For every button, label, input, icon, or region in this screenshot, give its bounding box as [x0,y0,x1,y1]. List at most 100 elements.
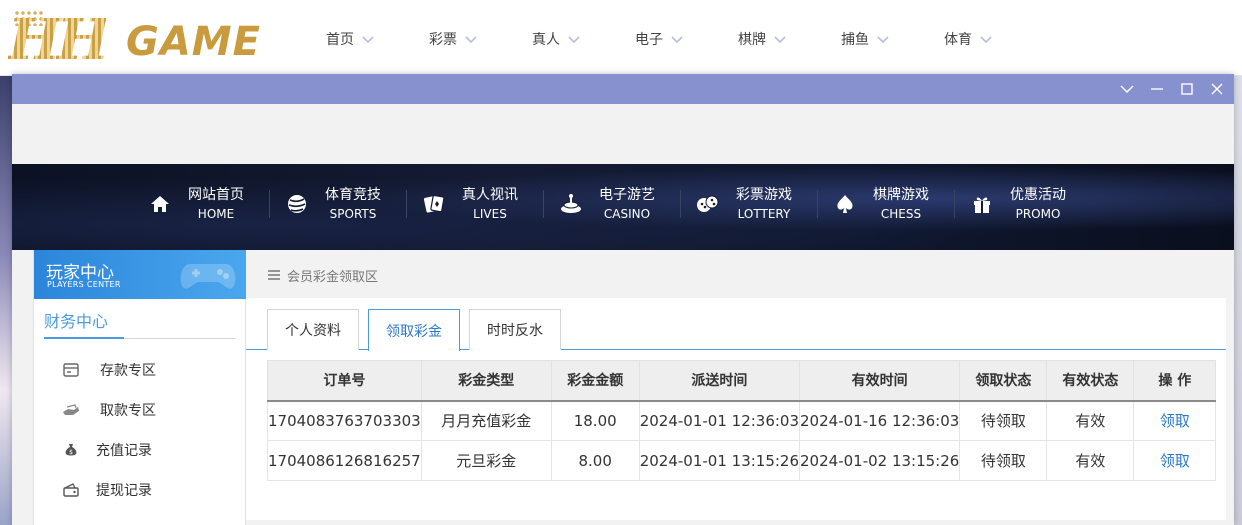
category-banner: 网站首页 HOME 体育竞技 SPORTS 真人视讯 LIVES 电子游艺 CASINO… [12,164,1234,250]
category-label-en: SPORTS [329,207,377,221]
bonus-type-cell: 元旦彩金 [420,440,552,481]
players-center-subtitle: PLAYERS CENTER [47,280,121,289]
category-label-en: LIVES [473,207,507,221]
bonus-amount-cell: 8.00 [550,440,640,481]
maximize-window-button[interactable] [1178,81,1196,97]
table-header-row: 订单号 彩金类型 彩金金额 派送时间 有效时间 领取状态 有效状态 操 作 [267,360,1217,402]
withdraw-icon [62,402,80,418]
column-header-bonus-amount: 彩金金额 [550,360,640,402]
gamepad-icon [180,264,236,289]
minimize-icon [1151,88,1163,90]
category-label-en: HOME [197,207,235,221]
gift-icon [968,190,996,218]
maximize-icon [1181,83,1193,95]
top-nav-item-sports[interactable]: 体育 [944,28,1047,50]
claim-link[interactable]: 领取 [1133,440,1217,481]
dice-icon [694,190,722,218]
players-center-header: 玩家中心 PLAYERS CENTER [34,250,246,299]
top-nav-item-home[interactable]: 首页 [326,28,429,50]
column-header-action: 操 作 [1133,360,1217,402]
valid-time-cell: 2024-01-16 12:36:03 [799,400,961,441]
moneybag-icon: $ [62,442,80,458]
close-window-button[interactable] [1208,81,1226,97]
dispatch-time-cell: 2024-01-01 13:15:26 [638,440,801,481]
tab-label: 时时反水 [487,323,543,339]
top-nav-item-chess[interactable]: 棋牌 [738,28,841,50]
chevron-down-icon [1120,85,1134,93]
sidebar-item-withdraw-records[interactable]: 提现记录 [62,480,152,500]
category-label-cn: 棋牌游戏 [873,187,929,203]
collapse-window-button[interactable] [1118,81,1136,97]
table-row: 1704083763703303 月月充值彩金 18.00 2024-01-01… [267,400,1217,441]
nav-label: 捕鱼 [841,32,869,48]
chevron-down-icon [980,36,992,44]
deposit-icon [62,362,80,378]
column-header-order-id: 订单号 [267,360,422,402]
column-header-valid-status: 有效状态 [1046,360,1135,402]
category-label-cn: 体育竞技 [325,187,381,203]
category-lottery[interactable]: 彩票游戏 LOTTERY [680,184,831,224]
category-label-en: LOTTERY [737,207,791,221]
spade-icon [831,190,859,218]
category-live[interactable]: 真人视讯 LIVES [406,184,557,224]
tab-label: 个人资料 [285,323,341,339]
ball-icon [283,190,311,218]
category-label-en: PROMO [1015,207,1061,221]
site-header: HH GAME 首页 彩票 真人 电子 棋牌 捕鱼 体育 [0,0,1242,76]
nav-label: 真人 [532,32,560,48]
claim-status-cell: 待领取 [959,440,1048,481]
site-logo[interactable]: HH GAME [8,10,270,70]
bonus-amount-cell: 18.00 [550,400,640,441]
sidebar-item-label: 存款专区 [100,363,156,379]
sidebar-item-deposit[interactable]: 存款专区 [62,360,156,380]
background-art-left [0,76,12,525]
breadcrumb: 会员彩金领取区 [267,266,379,285]
logo-game-text: GAME [126,19,261,65]
nav-label: 彩票 [429,32,457,48]
category-chess[interactable]: 棋牌游戏 CHESS [817,184,968,224]
sidebar-item-recharge-records[interactable]: $ 充值记录 [62,440,152,460]
category-promo[interactable]: 优惠活动 PROMO [954,184,1105,224]
finance-center-title[interactable]: 财务中心 [44,308,108,332]
column-header-dispatch-time: 派送时间 [638,360,801,402]
order-id-cell: 1704083763703303 [267,400,422,441]
section-underline [44,337,124,339]
tab-personal-info[interactable]: 个人资料 [267,309,359,350]
order-id-cell: 1704086126816257 [267,440,422,481]
top-nav: 首页 彩票 真人 电子 棋牌 捕鱼 体育 [326,28,1047,50]
chevron-down-icon [465,36,477,44]
top-nav-item-lottery[interactable]: 彩票 [429,28,532,50]
tab-claim-bonus[interactable]: 领取彩金 [368,309,460,351]
valid-time-cell: 2024-01-02 13:15:26 [799,440,961,481]
column-header-claim-status: 领取状态 [959,360,1048,402]
wallet-icon [62,482,80,498]
close-icon [1211,83,1223,95]
category-home[interactable]: 网站首页 HOME [146,184,283,224]
category-label-cn: 优惠活动 [1010,187,1066,203]
category-label-en: CHESS [880,207,922,221]
category-sports[interactable]: 体育竞技 SPORTS [269,184,420,224]
cards-icon [420,190,448,218]
table-row: 1704086126816257 元旦彩金 8.00 2024-01-01 13… [267,440,1217,481]
logo-hh-text: HH [8,7,110,73]
category-label-cn: 真人视讯 [462,187,518,203]
category-nav: 网站首页 HOME 体育竞技 SPORTS 真人视讯 LIVES 电子游艺 CASINO… [146,184,1105,224]
slot-icon [557,190,585,218]
tab-realtime-rebate[interactable]: 时时反水 [469,309,561,350]
valid-status-cell: 有效 [1046,400,1135,441]
window-titlebar[interactable] [12,74,1234,104]
top-nav-item-electronic[interactable]: 电子 [635,28,738,50]
claim-link[interactable]: 领取 [1133,400,1217,441]
claim-status-cell: 待领取 [959,400,1048,441]
top-nav-item-live[interactable]: 真人 [532,28,635,50]
category-casino[interactable]: 电子游艺 CASINO [543,184,694,224]
top-nav-item-fishing[interactable]: 捕鱼 [841,28,944,50]
dispatch-time-cell: 2024-01-01 12:36:03 [638,400,801,441]
column-header-valid-time: 有效时间 [799,360,961,402]
menu-icon [268,270,280,280]
nav-label: 体育 [944,32,972,48]
sidebar-item-withdraw[interactable]: 取款专区 [62,400,156,420]
minimize-window-button[interactable] [1148,81,1166,97]
category-label-cn: 电子游艺 [599,187,655,203]
breadcrumb-text: 会员彩金领取区 [287,269,379,285]
